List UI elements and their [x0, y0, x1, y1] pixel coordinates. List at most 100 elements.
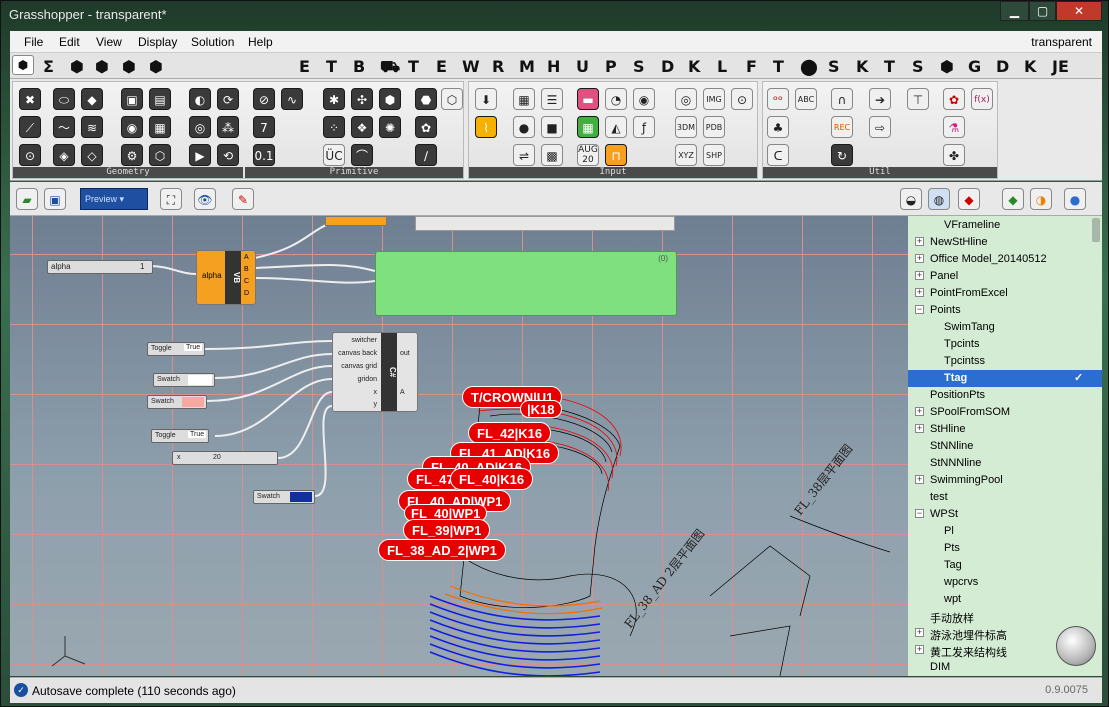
swatch-2[interactable]: Swatch	[147, 395, 207, 409]
tab-t[interactable]: T	[326, 57, 337, 76]
abc-icon[interactable]: ABC	[795, 88, 817, 110]
horseshoe-icon[interactable]: ∩	[831, 88, 853, 110]
cluster-icon[interactable]: ⁂	[217, 116, 239, 138]
tab-d2[interactable]: D	[996, 57, 1009, 76]
tree-item[interactable]: StNNNline	[908, 455, 1102, 472]
box-icon[interactable]: ▣	[121, 88, 143, 110]
hexagon-icon[interactable]: ⬢	[379, 88, 401, 110]
clock-icon[interactable]: ◔	[605, 88, 627, 110]
wheel-icon[interactable]: ✺	[379, 116, 401, 138]
tab-s2[interactable]: S	[828, 57, 840, 76]
img-icon[interactable]: IMG	[703, 88, 725, 110]
tab-params-icon[interactable]: ⬢	[12, 55, 34, 75]
geometry-icon[interactable]: ◈	[53, 144, 75, 166]
top-panel[interactable]	[415, 216, 675, 231]
tree-item[interactable]: test	[908, 489, 1102, 506]
tab-u[interactable]: U	[576, 57, 589, 76]
tab-je[interactable]: JE	[1052, 57, 1069, 76]
spiral-icon[interactable]: ◎	[189, 116, 211, 138]
tree-item[interactable]: PositionPts	[908, 387, 1102, 404]
color-wheel-icon[interactable]: ◉	[633, 88, 655, 110]
field-icon[interactable]: ⚙	[121, 144, 143, 166]
tree-item[interactable]: + Panel	[908, 268, 1102, 285]
tab-surface[interactable]: ⬢	[149, 57, 163, 76]
dna-icon[interactable]: ✤	[943, 144, 965, 166]
pdb-icon[interactable]: PDB	[703, 116, 725, 138]
tree-item[interactable]: + SPoolFromSOM	[908, 404, 1102, 421]
transform-icon[interactable]: ⟳	[217, 88, 239, 110]
cherries-icon[interactable]: ᵒᵒ	[767, 88, 789, 110]
tab-vector[interactable]: ⬢	[95, 57, 109, 76]
tab-t4[interactable]: T	[884, 57, 895, 76]
tree-item[interactable]: + StHline	[908, 421, 1102, 438]
curl-icon[interactable]: ᑕ	[767, 144, 789, 166]
tree-item[interactable]: Tpcints	[908, 336, 1102, 353]
tab-k3[interactable]: K	[1024, 57, 1036, 76]
tab-bot[interactable]: ⬢	[940, 57, 954, 76]
tab-r[interactable]: R	[492, 57, 504, 76]
graph-icon[interactable]: ∕	[415, 144, 437, 166]
tree-item[interactable]: + PointFromExcel	[908, 285, 1102, 302]
tree-icon[interactable]: ♣	[767, 116, 789, 138]
tree-item[interactable]: 手动放样	[908, 608, 1102, 625]
tab-f[interactable]: F	[746, 57, 757, 76]
galapagos-icon[interactable]: ✿	[415, 116, 437, 138]
minimize-button[interactable]: ▁	[1000, 1, 1029, 21]
tab-w[interactable]: W	[462, 57, 480, 76]
list-icon[interactable]: ☰	[541, 88, 563, 110]
tree-item[interactable]: wpt	[908, 591, 1102, 608]
curve-icon[interactable]: 〜	[53, 116, 75, 138]
menu-solution[interactable]: Solution	[191, 35, 234, 49]
tab-b[interactable]: B	[353, 57, 365, 76]
brep-icon[interactable]: ▤	[149, 88, 171, 110]
tab-k[interactable]: K	[688, 57, 700, 76]
grid-icon[interactable]: ✣	[351, 88, 373, 110]
dots-icon[interactable]: ⁘	[323, 116, 345, 138]
group-icon[interactable]: ▦	[149, 116, 171, 138]
menu-view[interactable]: View	[96, 35, 122, 49]
snow-icon[interactable]: ❖	[351, 116, 373, 138]
tab-t3[interactable]: T	[773, 57, 784, 76]
tab-l[interactable]: L	[717, 57, 727, 76]
3dm-icon[interactable]: 3DM	[675, 116, 697, 138]
radio-icon[interactable]: ◎	[675, 88, 697, 110]
tab-p[interactable]: P	[605, 57, 617, 76]
sketch-icon[interactable]: ✎	[232, 188, 254, 210]
domain-icon[interactable]: 0.1	[253, 144, 275, 166]
tree-item[interactable]: Tag	[908, 557, 1102, 574]
graph-mapper-icon[interactable]: ⌇	[475, 116, 497, 138]
csharp-component[interactable]: switcher canvas back canvas grid gridon …	[332, 332, 418, 412]
xyz-icon[interactable]: XYZ	[675, 144, 697, 166]
number-icon[interactable]: ⊘	[253, 88, 275, 110]
star-icon[interactable]: ✱	[323, 88, 345, 110]
tab-curve[interactable]: ⬢	[122, 57, 136, 76]
menu-file[interactable]: File	[24, 35, 43, 49]
vector-icon[interactable]: ◐	[189, 88, 211, 110]
tree-item[interactable]: Pl	[908, 523, 1102, 540]
tab-animal[interactable]: ⛟	[380, 57, 400, 78]
arrow-right-icon[interactable]: ➔	[869, 88, 891, 110]
arrow-icon[interactable]: ▶	[189, 144, 211, 166]
lightbulb-icon[interactable]: ◆	[1002, 188, 1024, 210]
expand-icon[interactable]: +	[915, 645, 924, 654]
swatch-grid-icon[interactable]: ▩	[541, 144, 563, 166]
tab-d[interactable]: D	[661, 57, 674, 76]
cell-icon[interactable]: ✿	[943, 88, 965, 110]
undo-curve-icon[interactable]: ↻	[831, 144, 853, 166]
tree-item[interactable]: StNNline	[908, 438, 1102, 455]
swatch-3[interactable]: Swatch	[253, 490, 315, 504]
preview-shaded-icon[interactable]: ◍	[928, 188, 950, 210]
tab-s[interactable]: S	[633, 57, 645, 76]
path-icon[interactable]: ⌒	[351, 144, 373, 166]
tree-item[interactable]: VFrameline	[908, 217, 1102, 234]
prism-icon[interactable]: ◭	[605, 116, 627, 138]
expand-icon[interactable]: +	[915, 628, 924, 637]
swatch-1[interactable]: Swatch	[153, 373, 215, 387]
twisted-box-icon[interactable]: ⬡	[149, 144, 171, 166]
seven-icon[interactable]: 7	[253, 116, 275, 138]
plane-icon[interactable]: ⊙	[19, 144, 41, 166]
tree-item[interactable]: Pts	[908, 540, 1102, 557]
collapse-icon[interactable]: −	[915, 305, 924, 314]
stop-icon[interactable]: ■	[541, 116, 563, 138]
tab-k2[interactable]: K	[856, 57, 868, 76]
